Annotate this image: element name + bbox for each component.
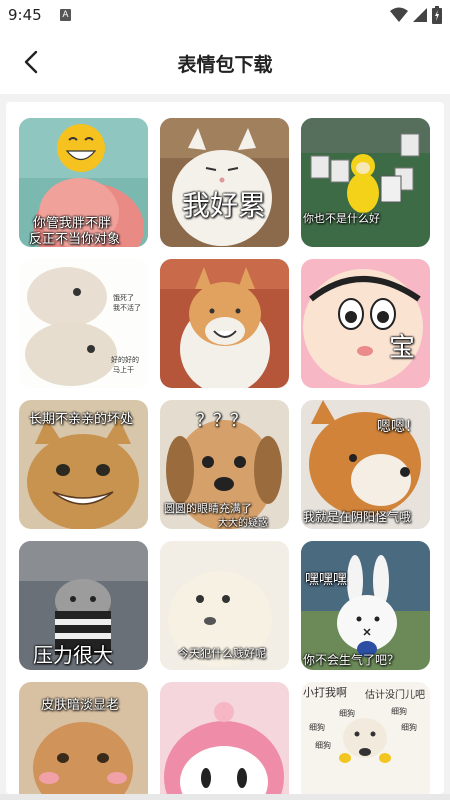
sticker-my-melody[interactable]	[160, 682, 289, 794]
sticker-caption: 细狗	[391, 707, 407, 716]
sticker-shiba-smile[interactable]	[160, 259, 289, 388]
status-bar: 9:45 A	[0, 0, 450, 30]
sticker-caption: 饿死了	[113, 294, 134, 302]
sticker-shiba-sarcastic[interactable]: 嗯嗯！ 我就是在阴阳怪气哦	[301, 400, 430, 529]
bottom-edge	[0, 794, 450, 800]
sticker-crayon-shin-bao[interactable]: 宝	[301, 259, 430, 388]
sticker-content: 你管我胖不胖 反正不当你对象 我好累 你也不是什么好 饿死了 我不活了 好的好的…	[0, 94, 450, 794]
status-icons	[390, 6, 442, 24]
signal-icon	[413, 8, 427, 22]
sticker-caption: 细狗	[315, 741, 331, 750]
sticker-caption: 我就是在阴阳怪气哦	[303, 510, 412, 524]
sticker-caption: 小打我啊	[303, 686, 347, 699]
sticker-patrick-smiley[interactable]: 你管我胖不胖 反正不当你对象	[19, 118, 148, 247]
sticker-caption: 马上干	[113, 366, 134, 374]
sticker-white-dog[interactable]: 今天犯什么贱好呢	[160, 541, 289, 670]
sticker-miffy-hehe[interactable]: 嘿嘿嘿 你不会生气了吧？	[301, 541, 430, 670]
sticker-caption: 宝	[389, 333, 416, 363]
sticker-caption: 我不活了	[113, 304, 141, 312]
sticker-caption: 嗯嗯！	[377, 419, 419, 435]
sticker-caption: 细狗	[339, 709, 355, 718]
sticker-image	[301, 259, 430, 388]
sticker-caption: ？？？	[196, 411, 247, 431]
page-title: 表情包下载	[177, 54, 273, 76]
sticker-caption: 细狗	[401, 723, 417, 732]
sticker-caption: 压力很大	[33, 643, 113, 667]
sticker-caption: 长期不亲亲的坏处	[29, 412, 134, 427]
sticker-caption: 你不会生气了吧？	[303, 653, 400, 667]
sticker-teletubby-mahjong[interactable]: 你也不是什么好	[301, 118, 430, 247]
status-time: 9:45	[8, 6, 42, 24]
notification-a-icon: A	[60, 9, 71, 21]
sticker-dull-skin-cat[interactable]: 皮肤暗淡显老	[19, 682, 148, 794]
sticker-panel: 你管我胖不胖 反正不当你对象 我好累 你也不是什么好 饿死了 我不活了 好的好的…	[6, 102, 444, 794]
sticker-stressed-cat[interactable]: 压力很大	[19, 541, 148, 670]
sticker-tired-cat[interactable]: 我好累	[160, 118, 289, 247]
sticker-caption: 大大的疑惑	[218, 518, 268, 529]
sticker-guinea-pigs[interactable]: 饿死了 我不活了 好的好的 马上干	[19, 259, 148, 388]
battery-icon	[432, 6, 442, 24]
sticker-caption: 反正不当你对象	[29, 232, 121, 247]
wifi-icon	[390, 7, 408, 22]
sticker-caption: 我好累	[182, 189, 267, 222]
sticker-caption: 嘿嘿嘿	[305, 572, 347, 588]
sticker-image	[301, 118, 430, 247]
sticker-caption: 估计没门儿吧	[365, 690, 425, 701]
sticker-caption: 细狗	[309, 723, 325, 732]
sticker-caption: 今天犯什么贱好呢	[178, 647, 266, 660]
sticker-grin-cat[interactable]: 长期不亲亲的坏处	[19, 400, 148, 529]
app-header: 表情包下载	[0, 30, 450, 94]
sticker-caption: 好的好的	[111, 356, 139, 364]
sticker-confused-dog[interactable]: ？？？ 圆圆的眼睛充满了 大大的疑惑	[160, 400, 289, 529]
sticker-image	[160, 682, 289, 794]
sticker-image	[160, 259, 289, 388]
sticker-caption: 皮肤暗淡显老	[41, 698, 120, 713]
sticker-weak-dog[interactable]: 小打我啊 估计没门儿吧 细狗 细狗 细狗 细狗 细狗	[301, 682, 430, 794]
sticker-image	[160, 118, 289, 247]
sticker-caption: 你也不是什么好	[303, 212, 380, 225]
